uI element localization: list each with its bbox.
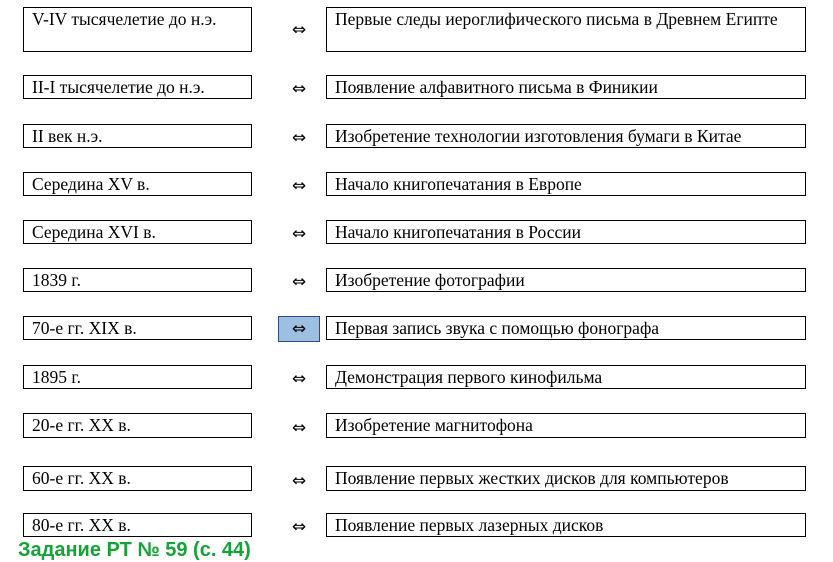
event-text: Начало книгопечатания в Европе	[335, 174, 582, 194]
date-cell: 80-е гг. XX в.	[23, 513, 252, 537]
event-text: Появление первых жестких дисков для комп…	[335, 468, 729, 488]
double-arrow-icon-selected[interactable]: ⇔	[278, 316, 320, 342]
date-text: Середина XV в.	[32, 174, 150, 194]
date-text: 20-е гг. XX в.	[32, 415, 131, 435]
double-arrow-icon: ⇔	[291, 272, 307, 292]
event-cell: Первые следы иероглифического письма в Д…	[326, 7, 806, 52]
task-heading: Задание РТ № 59 (с. 44)	[18, 539, 251, 561]
double-arrow-icon: ⇔	[291, 517, 307, 537]
event-cell: Появление алфавитного письма в Финикии	[326, 75, 806, 99]
date-cell: Середина XV в.	[23, 172, 252, 196]
date-text: 60-е гг. XX в.	[32, 468, 131, 488]
event-text: Первая запись звука с помощью фонографа	[335, 318, 660, 338]
date-cell: II-I тысячелетие до н.э.	[23, 75, 252, 99]
event-cell: Появление первых жестких дисков для комп…	[326, 466, 806, 491]
event-cell: Изобретение фотографии	[326, 268, 806, 292]
event-text: Изобретение технологии изготовления бума…	[335, 126, 742, 146]
date-cell: II век н.э.	[23, 124, 252, 148]
date-text: Середина XVI в.	[32, 222, 156, 242]
event-text: Появление алфавитного письма в Финикии	[335, 77, 658, 97]
date-text: II век н.э.	[32, 126, 103, 146]
double-arrow-icon: ⇔	[291, 20, 307, 40]
event-text: Демонстрация первого кинофильма	[335, 367, 603, 387]
date-text: 1895 г.	[32, 367, 81, 387]
date-text: V-IV тысячелетие до н.э.	[32, 9, 217, 29]
event-text: Появление первых лазерных дисков	[335, 515, 604, 535]
event-text: Начало книгопечатания в России	[335, 222, 581, 242]
date-cell: 70-е гг. XIX в.	[23, 316, 252, 340]
double-arrow-icon: ⇔	[291, 369, 307, 389]
date-cell: 60-е гг. XX в.	[23, 466, 252, 491]
double-arrow-icon: ⇔	[291, 471, 307, 491]
event-cell: Появление первых лазерных дисков	[326, 513, 806, 537]
double-arrow-icon: ⇔	[291, 128, 307, 148]
date-cell: V-IV тысячелетие до н.э.	[23, 7, 252, 52]
date-text: 70-е гг. XIX в.	[32, 318, 137, 338]
double-arrow-icon: ⇔	[291, 79, 307, 99]
double-arrow-icon: ⇔	[291, 418, 307, 438]
event-cell: Начало книгопечатания в Европе	[326, 172, 806, 196]
date-text: II-I тысячелетие до н.э.	[32, 77, 205, 97]
event-cell: Изобретение технологии изготовления бума…	[326, 124, 806, 148]
event-text: Изобретение фотографии	[335, 270, 525, 290]
date-cell: 20-е гг. XX в.	[23, 413, 252, 438]
event-cell: Демонстрация первого кинофильма	[326, 365, 806, 389]
event-text: Первые следы иероглифического письма в Д…	[335, 9, 778, 29]
event-text: Изобретение магнитофона	[335, 415, 533, 435]
date-cell: 1839 г.	[23, 268, 252, 292]
date-cell: 1895 г.	[23, 365, 252, 389]
event-cell: Начало книгопечатания в России	[326, 220, 806, 244]
event-cell: Изобретение магнитофона	[326, 413, 806, 438]
date-cell: Середина XVI в.	[23, 220, 252, 244]
double-arrow-icon: ⇔	[291, 176, 307, 196]
double-arrow-icon: ⇔	[291, 224, 307, 244]
date-text: 80-е гг. XX в.	[32, 515, 131, 535]
event-cell: Первая запись звука с помощью фонографа	[326, 316, 806, 340]
date-text: 1839 г.	[32, 270, 81, 290]
